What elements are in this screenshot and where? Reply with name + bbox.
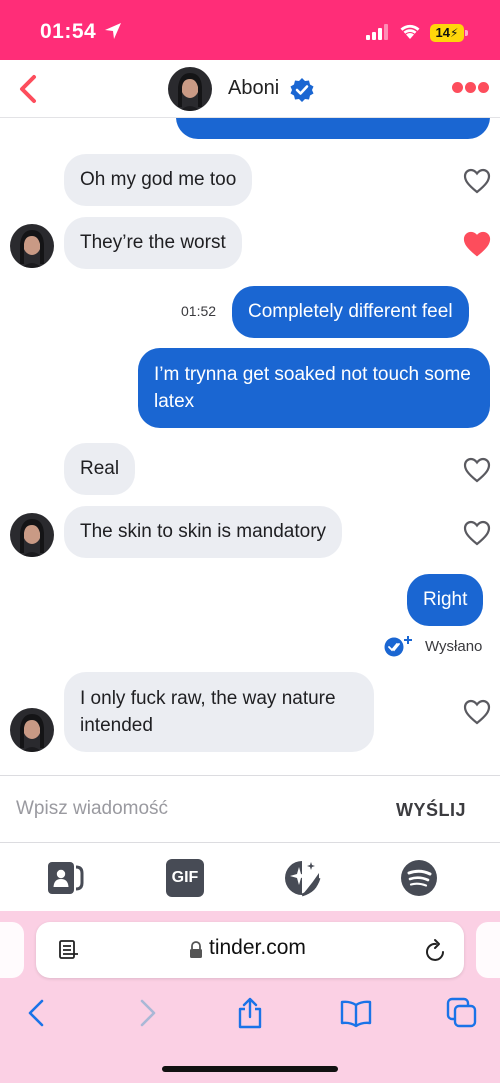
tabs-icon[interactable] [446,997,478,1029]
address-bar[interactable]: tinder.com [36,922,464,978]
message-bubble-incoming[interactable]: Oh my god me too [64,154,253,206]
liked-heart-icon[interactable] [463,231,491,257]
more-dot [465,82,476,93]
sent-check-icon [384,636,412,657]
location-arrow-icon [105,23,121,39]
message-bubble-outgoing-partial [176,118,490,139]
gif-label: GIF [171,869,199,886]
message-text: The skin to skin is mandatory [80,521,327,542]
message-text: I only fuck raw, the way nature intended [80,688,336,736]
message-bubble-outgoing[interactable]: I’m trynna get soaked not touch some lat… [138,348,490,428]
avatar-photo [10,513,54,557]
like-heart-icon[interactable] [463,457,491,483]
sent-status: Wysłano [425,638,483,655]
status-bar: 01:54 14⚡ [0,0,500,60]
message-bubble-incoming[interactable]: They’re the worst [64,217,242,269]
url-text[interactable]: tinder.com [209,936,306,960]
avatar-photo [168,67,212,111]
status-time: 01:54 [40,20,97,43]
like-heart-icon[interactable] [463,520,491,546]
sender-avatar[interactable] [10,224,54,268]
chat-header: Aboni [0,60,500,118]
sender-avatar[interactable] [10,513,54,557]
reload-icon[interactable] [424,937,448,963]
attachment-toolbar: GIF [0,843,500,911]
like-heart-icon[interactable] [463,168,491,194]
browser-toolbar: tinder.com [0,911,500,1083]
message-text: Right [423,589,468,610]
next-tab-peek[interactable] [476,922,500,978]
lock-icon [190,941,202,958]
message-timestamp: 01:52 [181,303,217,319]
message-list[interactable]: Oh my god me too They’re the worst 01:52… [0,118,500,775]
match-name[interactable]: Aboni [228,77,279,100]
gif-button[interactable]: GIF [166,859,204,897]
message-text: They’re the worst [80,232,226,253]
message-bubble-incoming[interactable]: The skin to skin is mandatory [64,506,343,558]
share-icon[interactable] [234,997,266,1029]
message-text: Real [80,458,120,479]
bookmarks-icon[interactable] [340,997,372,1029]
cellular-signal-icon [366,24,388,40]
message-input[interactable] [0,776,380,842]
message-text: Oh my god me too [80,169,237,190]
message-bubble-incoming[interactable]: Real [64,443,136,495]
more-dot [478,82,489,93]
back-button[interactable] [14,72,44,106]
message-composer: WYŚLIJ [0,775,500,843]
avatar-photo [10,708,54,752]
message-text: Completely different feel [248,301,453,322]
home-indicator[interactable] [162,1066,338,1072]
sender-avatar[interactable] [10,708,54,752]
match-avatar[interactable] [168,67,212,111]
battery-nub [465,30,468,36]
more-options-button[interactable] [452,82,490,96]
contact-card-icon[interactable] [46,859,84,897]
sparkle-sticker-icon[interactable] [283,859,321,897]
avatar-photo [10,224,54,268]
message-bubble-incoming[interactable]: I only fuck raw, the way nature intended [64,672,374,752]
battery-indicator: 14⚡ [430,24,464,42]
message-bubble-outgoing[interactable]: Completely different feel [232,286,469,338]
wifi-icon [400,24,420,39]
forward-icon [140,999,156,1027]
verified-badge-icon [290,78,314,102]
reader-icon[interactable] [58,939,80,961]
battery-level: 14 [435,25,451,40]
more-dot [452,82,463,93]
send-button[interactable]: WYŚLIJ [396,800,466,821]
spotify-icon[interactable] [400,859,438,897]
message-text: I’m trynna get soaked not touch some lat… [154,364,471,412]
back-icon[interactable] [22,997,54,1029]
message-bubble-outgoing[interactable]: Right [407,574,484,626]
like-heart-icon[interactable] [463,699,491,725]
previous-tab-peek[interactable] [0,922,24,978]
